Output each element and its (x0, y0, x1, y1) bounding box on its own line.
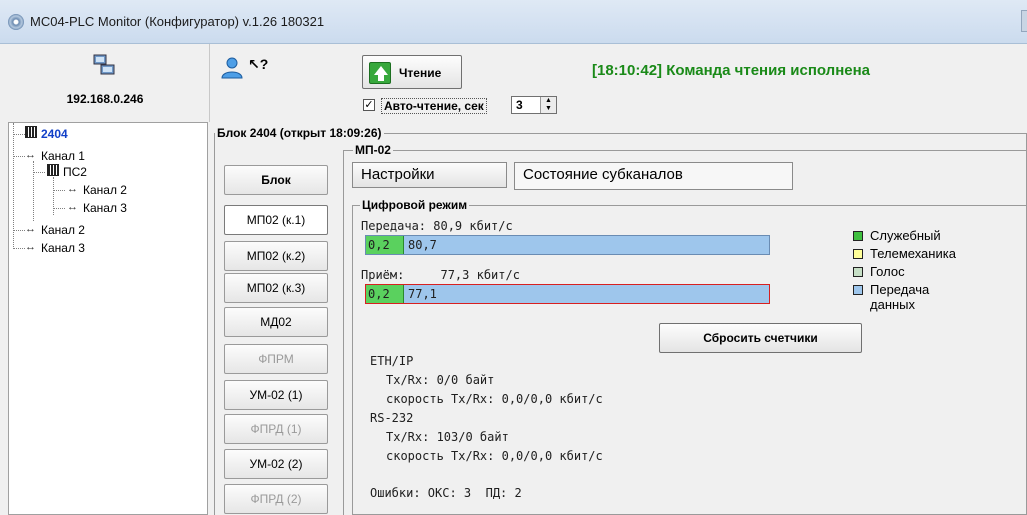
side-button-fprd-1: ФПРД (1) (224, 414, 328, 444)
tree-item-channel-1[interactable]: ↔ Канал 1 (13, 149, 193, 163)
rx-rate-label: Приём: 77,3 кбит/с (361, 268, 520, 282)
auto-read-row: ✓ Авто-чтение, сек 3 ▲ ▼ (363, 96, 603, 114)
window-control-button[interactable] (1021, 10, 1027, 32)
auto-read-label[interactable]: Авто-чтение, сек (381, 98, 487, 114)
legend-swatch (853, 249, 863, 259)
tx-data-value: 80,7 (408, 238, 437, 252)
status-message: [18:10:42] Команда чтения исполнена (592, 62, 870, 79)
spin-arrows-icon[interactable]: ▲ ▼ (540, 97, 556, 113)
rx-data-value: 77,1 (408, 287, 437, 301)
auto-read-checkbox[interactable]: ✓ (363, 99, 375, 111)
arrow-up-icon (369, 62, 391, 84)
device-tree[interactable]: 2404 ↔ Канал 1 ПС2 ↔ Канал 2 ↔ Канал 3 ↔… (8, 122, 208, 515)
auto-read-interval-spinner[interactable]: 3 ▲ ▼ (511, 96, 557, 114)
title-bar: МС04-PLC Monitor (Конфигуратор) v.1.26 1… (0, 0, 1027, 44)
connection-panel: 192.168.0.246 (0, 44, 210, 122)
eth-speed: скорость Tx/Rx: 0,0/0,0 кбит/с (386, 392, 603, 406)
rx-service-value: 0,2 (368, 287, 390, 301)
side-button-mp02-k3[interactable]: МП02 (к.3) (224, 273, 328, 303)
digital-mode-title: Цифровой режим (360, 198, 470, 212)
tx-bar: 0,2 80,7 (365, 235, 770, 255)
window-title: МС04-PLC Monitor (Конфигуратор) v.1.26 1… (30, 14, 325, 29)
tree-item-ps2-channel-2[interactable]: ↔ Канал 2 (53, 183, 193, 197)
link-icon: ↔ (67, 183, 78, 195)
rs232-speed: скорость Tx/Rx: 0,0/0,0 кбит/с (386, 449, 603, 463)
side-button-fprd-2: ФПРД (2) (224, 484, 328, 514)
reset-counters-button[interactable]: Сбросить счетчики (659, 323, 862, 353)
tx-service-value: 0,2 (368, 238, 390, 252)
eth-title: ETH/IP (370, 354, 414, 368)
side-button-mp02-k2[interactable]: МП02 (к.2) (224, 241, 328, 271)
tree-item-channel-2[interactable]: ↔ Канал 2 (13, 223, 193, 237)
tree-item-ps2[interactable]: ПС2 (33, 164, 193, 179)
side-button-fprm: ФПРМ (224, 344, 328, 374)
mp02-title: МП-02 (353, 143, 393, 157)
rs232-title: RS-232 (370, 411, 414, 425)
tab-subchannel-state[interactable]: Состояние субканалов (514, 162, 793, 190)
user-icon[interactable] (220, 56, 244, 80)
errors-line: Ошибки: ОКС: 3 ПД: 2 (370, 486, 522, 500)
tx-rate-label: Передача: 80,9 кбит/с (361, 219, 513, 233)
legend-swatch (853, 285, 863, 295)
context-help-icon[interactable]: ↖? (248, 56, 268, 73)
ip-address: 192.168.0.246 (66, 92, 144, 106)
side-button-um02-2[interactable]: УМ-02 (2) (224, 449, 328, 479)
link-icon: ↔ (25, 223, 36, 235)
tree-item-ps2-channel-3[interactable]: ↔ Канал 3 (53, 201, 193, 215)
auto-read-interval-value: 3 (516, 98, 523, 112)
rx-bar: 0,2 77,1 (365, 284, 770, 304)
app-icon (8, 14, 24, 30)
rs232-txrx: Tx/Rx: 103/0 байт (386, 430, 509, 444)
read-button[interactable]: Чтение (362, 55, 462, 89)
side-button-um02-1[interactable]: УМ-02 (1) (224, 380, 328, 410)
link-icon: ↔ (25, 241, 36, 253)
side-button-block[interactable]: Блок (224, 165, 328, 195)
tree-item-2404[interactable]: 2404 (13, 126, 193, 141)
network-computers-icon (93, 54, 115, 75)
link-icon: ↔ (25, 149, 36, 161)
side-button-md02[interactable]: МД02 (224, 307, 328, 337)
device-icon (47, 164, 59, 176)
block-title: Блок 2404 (открыт 18:09:26) (215, 126, 384, 140)
legend-swatch (853, 267, 863, 277)
link-icon: ↔ (67, 201, 78, 213)
legend-swatch (853, 231, 863, 241)
tab-settings[interactable]: Настройки (352, 162, 507, 188)
tree-item-channel-3[interactable]: ↔ Канал 3 (13, 241, 193, 255)
eth-txrx: Tx/Rx: 0/0 байт (386, 373, 495, 387)
side-button-mp02-k1[interactable]: МП02 (к.1) (224, 205, 328, 235)
device-icon (25, 126, 37, 138)
